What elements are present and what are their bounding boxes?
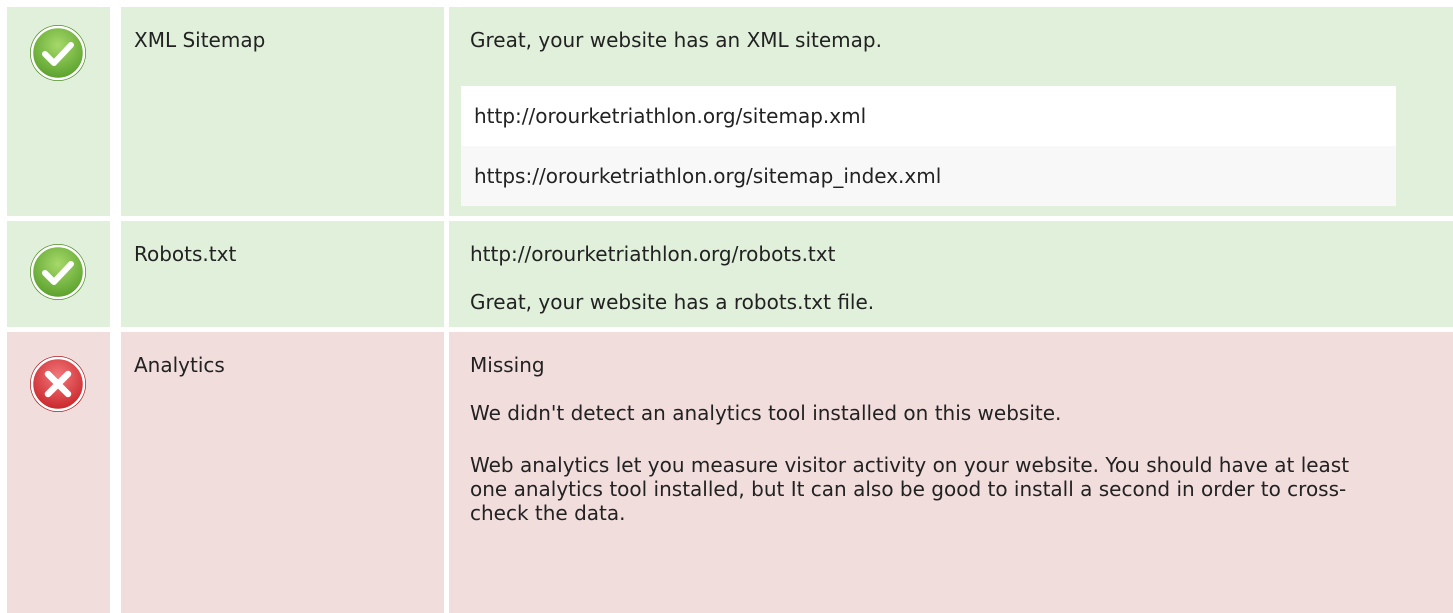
cross-icon [30,356,86,412]
check-label: Robots.txt [134,242,237,266]
sitemap-url: http://orourketriathlon.org/sitemap.xml [461,86,1396,146]
check-row-xml-sitemap: XML Sitemap Great, your website has an X… [0,7,1453,216]
sitemap-list: http://orourketriathlon.org/sitemap.xml … [461,86,1396,206]
label-cell: XML Sitemap [121,7,444,216]
check-message: Great, your website has an XML sitemap. [470,28,882,52]
check-message: Great, your website has a robots.txt fil… [470,290,875,314]
check-value: Missing [470,353,545,377]
check-description: Web analytics let you measure visitor ac… [470,453,1350,525]
status-cell [7,7,110,216]
content-cell: http://orourketriathlon.org/robots.txt G… [449,221,1453,327]
status-cell [7,332,110,613]
status-cell [7,221,110,327]
check-row-robots-txt: Robots.txt http://orourketriathlon.org/r… [0,221,1453,327]
check-label: XML Sitemap [134,28,266,52]
label-cell: Robots.txt [121,221,444,327]
robots-url: http://orourketriathlon.org/robots.txt [470,242,836,266]
check-label: Analytics [134,353,225,377]
label-cell: Analytics [121,332,444,613]
content-cell: Missing We didn't detect an analytics to… [449,332,1453,613]
content-cell: Great, your website has an XML sitemap. … [449,7,1453,216]
seo-report: XML Sitemap Great, your website has an X… [0,0,1453,613]
check-message: We didn't detect an analytics tool insta… [470,401,1062,425]
check-icon [30,25,86,81]
check-row-analytics: Analytics Missing We didn't detect an an… [0,332,1453,613]
sitemap-url: https://orourketriathlon.org/sitemap_ind… [461,146,1396,206]
check-icon [30,244,86,300]
